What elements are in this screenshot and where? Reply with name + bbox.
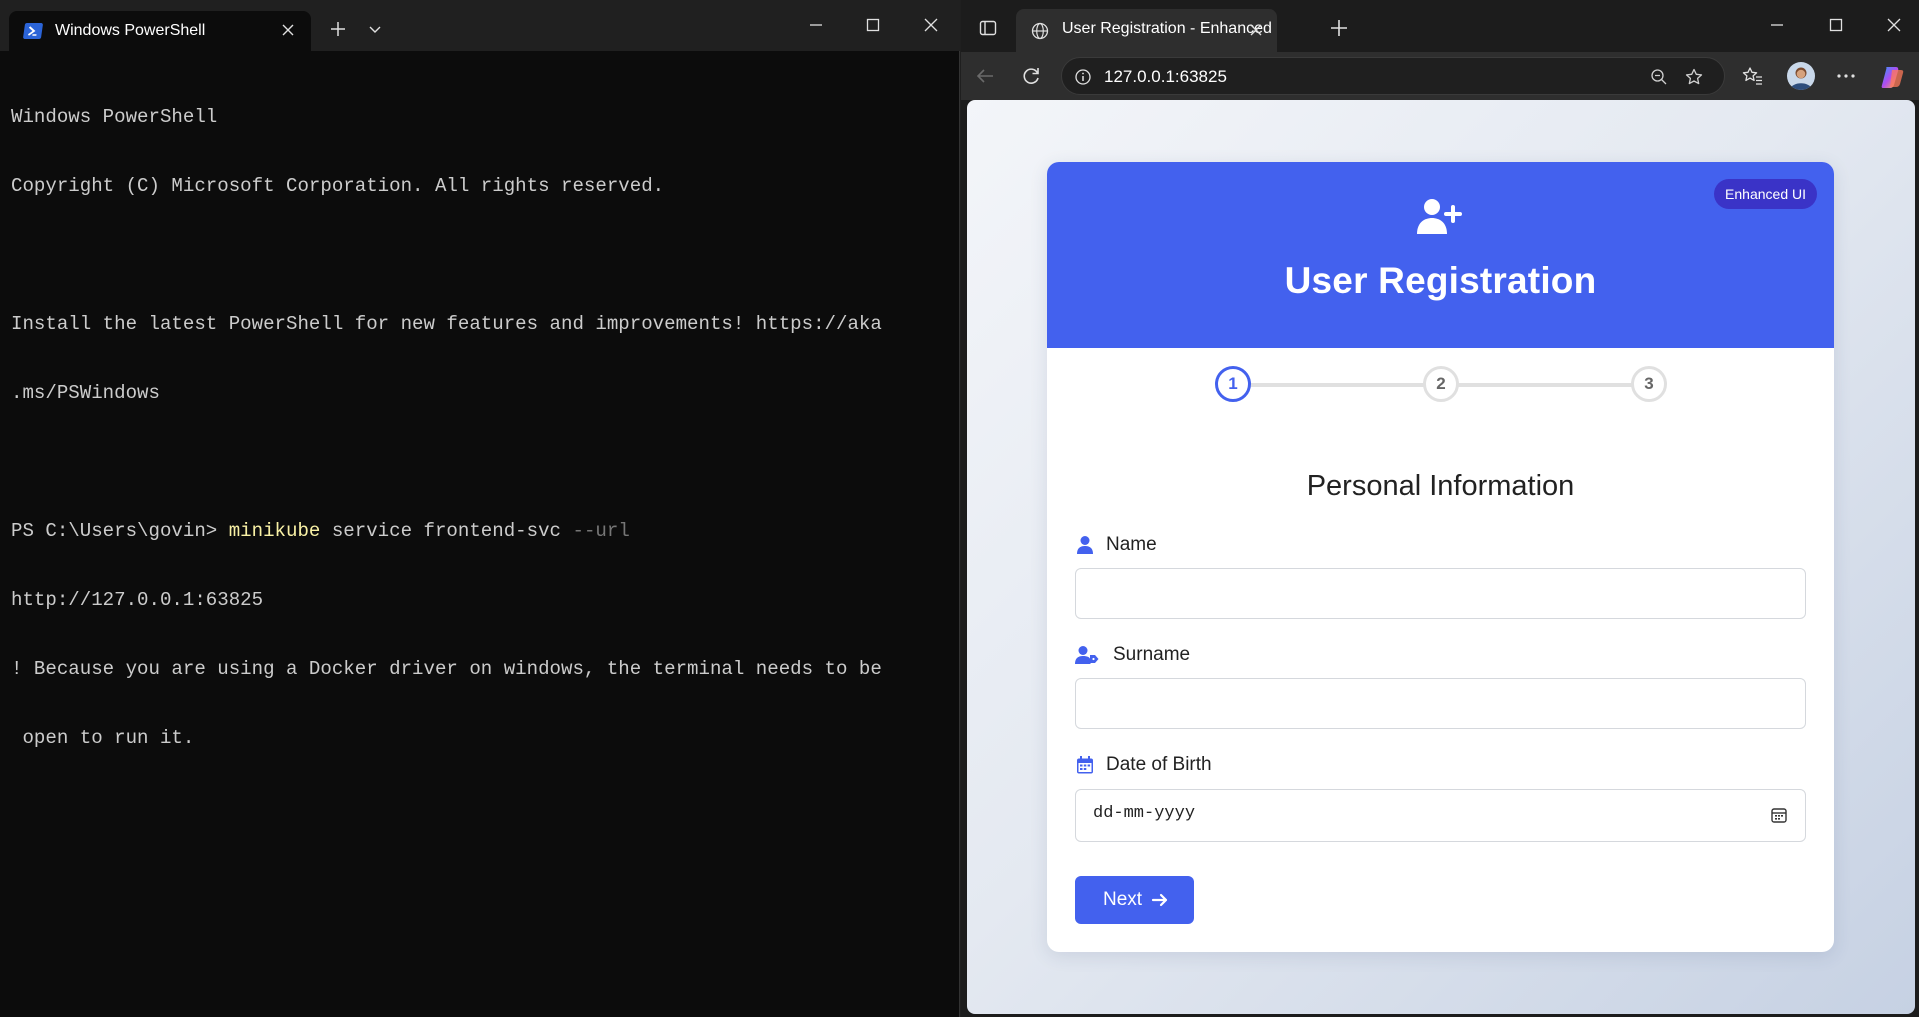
back-arrow-icon[interactable] [973, 64, 997, 88]
new-tab-plus-icon[interactable] [327, 18, 349, 40]
browser-tabbar: User Registration - Enhanced [961, 0, 1919, 52]
registration-card: Enhanced UI User Registration 1 2 3 Pers… [1047, 162, 1834, 952]
terminal-command-line: PS C:\Users\govin> minikube service fron… [11, 520, 951, 543]
terminal-line: Install the latest PowerShell for new fe… [11, 313, 882, 335]
close-window-icon[interactable] [1883, 14, 1905, 36]
step-connector [1457, 383, 1633, 387]
date-picker-icon[interactable] [1770, 806, 1788, 824]
next-button-label: Next [1103, 889, 1143, 910]
address-text[interactable]: 127.0.0.1:63825 [1104, 67, 1227, 87]
next-button[interactable]: Next [1075, 876, 1194, 924]
surname-label-text: Surname [1113, 644, 1191, 665]
page-title: User Registration [1284, 260, 1597, 301]
terminal-tab[interactable]: Windows PowerShell [9, 11, 311, 51]
favorites-icon[interactable] [1742, 65, 1764, 87]
dob-label-text: Date of Birth [1106, 754, 1212, 775]
terminal-line: Copyright (C) Microsoft Corporation. All… [11, 175, 665, 197]
terminal-prompt: PS C:\Users\govin> [11, 520, 229, 542]
terminal-window: Windows PowerShell Windows PowerShell Co… [0, 0, 960, 1017]
maximize-icon[interactable] [1825, 14, 1847, 36]
chevron-down-icon[interactable] [366, 20, 384, 38]
close-window-icon[interactable] [920, 14, 942, 36]
powershell-icon [22, 23, 44, 39]
refresh-icon[interactable] [1019, 64, 1043, 88]
terminal-tab-title: Windows PowerShell [55, 22, 206, 39]
terminal-output[interactable]: Windows PowerShell Copyright (C) Microso… [11, 60, 951, 796]
favorite-star-icon[interactable] [1684, 67, 1704, 87]
step-3: 3 [1631, 366, 1667, 402]
globe-icon [1030, 21, 1050, 41]
page-viewport: Enhanced UI User Registration 1 2 3 Pers… [967, 100, 1915, 1014]
dob-placeholder: dd-mm-yyyy [1093, 804, 1196, 823]
section-title: Personal Information [1306, 470, 1575, 502]
enhanced-ui-badge: Enhanced UI [1714, 179, 1817, 209]
browser-toolbar: 127.0.0.1:63825 [961, 52, 1919, 100]
minimize-icon[interactable] [805, 14, 827, 36]
command-args: service frontend-svc [320, 520, 573, 542]
terminal-line: open to run it. [11, 727, 195, 749]
step-2: 2 [1423, 366, 1459, 402]
surname-input[interactable] [1075, 678, 1806, 729]
zoom-out-icon[interactable] [1650, 68, 1668, 86]
new-tab-plus-icon[interactable] [1328, 17, 1350, 39]
browser-tab-title: User Registration - Enhanced [1062, 20, 1272, 37]
calendar-icon [1075, 755, 1095, 775]
terminal-line: Windows PowerShell [11, 106, 218, 128]
info-icon[interactable] [1074, 68, 1092, 86]
dob-input[interactable]: dd-mm-yyyy [1075, 789, 1806, 842]
terminal-line: http://127.0.0.1:63825 [11, 589, 264, 611]
step-connector [1249, 383, 1425, 387]
command-flag: --url [572, 520, 630, 542]
name-label-text: Name [1106, 534, 1157, 555]
browser-window: User Registration - Enhanced 127.0.0.1:6… [961, 0, 1919, 1017]
name-input[interactable] [1075, 568, 1806, 619]
tab-actions-icon[interactable] [978, 18, 998, 38]
command-name: minikube [228, 520, 321, 542]
terminal-line: ! Because you are using a Docker driver … [11, 658, 882, 680]
terminal-titlebar: Windows PowerShell [0, 0, 960, 51]
maximize-icon[interactable] [862, 14, 884, 36]
user-icon [1075, 535, 1095, 555]
terminal-line: .ms/PSWindows [11, 382, 160, 404]
close-tab-icon[interactable] [1247, 21, 1265, 39]
copilot-icon[interactable] [1879, 64, 1905, 90]
card-header: Enhanced UI User Registration [1047, 162, 1834, 348]
step-indicator: 1 2 3 [1215, 366, 1667, 402]
minimize-icon[interactable] [1766, 14, 1788, 36]
address-bar[interactable]: 127.0.0.1:63825 [1061, 57, 1725, 95]
browser-tab[interactable]: User Registration - Enhanced [1016, 9, 1277, 52]
profile-avatar[interactable] [1787, 62, 1815, 90]
arrow-right-icon [1151, 891, 1169, 909]
user-tag-icon [1075, 645, 1099, 665]
more-options-icon[interactable] [1835, 65, 1857, 87]
close-tab-icon[interactable] [279, 21, 297, 39]
user-plus-icon [1417, 198, 1463, 236]
step-1: 1 [1215, 366, 1251, 402]
